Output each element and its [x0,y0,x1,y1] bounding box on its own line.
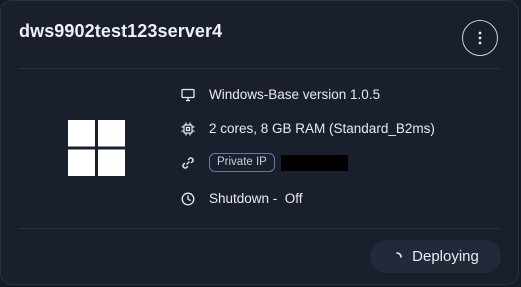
redacted-ip [280,154,348,171]
os-version: Windows-Base version 1.0.5 [209,87,381,102]
windows-logo-icon [68,120,125,176]
monitor-icon [181,88,195,102]
detail-row-ip: Private IP [181,153,348,172]
private-ip-badge: Private IP [209,153,275,172]
more-vertical-icon [478,31,482,45]
spinner-icon [392,251,402,262]
more-options-button[interactable] [462,20,498,56]
detail-row-size: 2 cores, 8 GB RAM (Standard_B2ms) [181,121,435,136]
detail-row-shutdown: Shutdown - Off [181,191,303,206]
cpu-chip-icon [181,122,195,136]
shutdown-schedule: Shutdown - Off [209,191,303,206]
clock-icon [181,192,195,206]
server-card: dws9902test123server4 Windows-Base versi… [0,0,519,285]
detail-row-os: Windows-Base version 1.0.5 [181,87,380,102]
vm-size: 2 cores, 8 GB RAM (Standard_B2ms) [209,121,435,136]
divider [19,68,500,69]
server-name: dws9902test123server4 [19,21,223,41]
divider [19,228,500,229]
deploying-label: Deploying [412,248,479,265]
link-icon [181,156,195,170]
deploying-status-button[interactable]: Deploying [370,240,501,273]
